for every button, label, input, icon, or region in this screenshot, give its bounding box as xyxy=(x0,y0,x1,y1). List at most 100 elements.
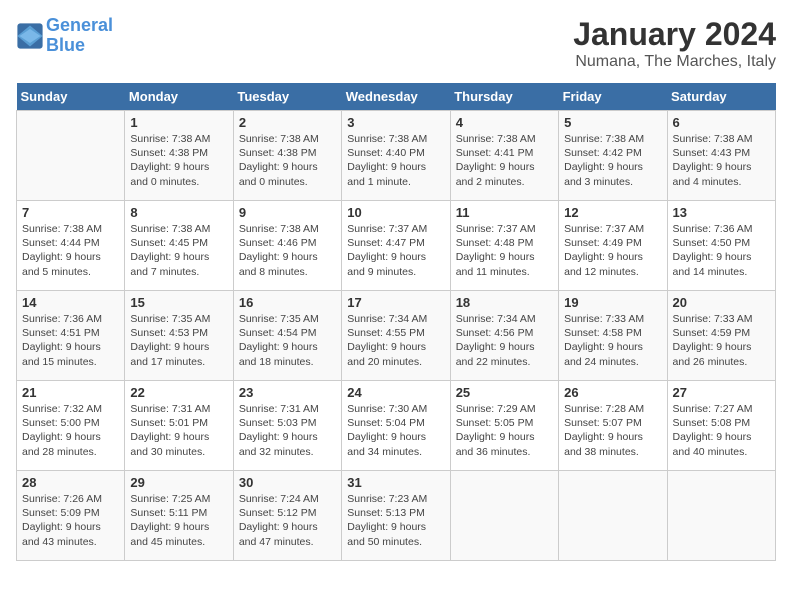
calendar-cell: 23 Sunrise: 7:31 AMSunset: 5:03 PMDayligh… xyxy=(233,381,341,471)
day-info: Sunrise: 7:33 AMSunset: 4:58 PMDaylight:… xyxy=(564,312,661,369)
day-info: Sunrise: 7:33 AMSunset: 4:59 PMDaylight:… xyxy=(673,312,770,369)
calendar-cell: 12Sunrise: 7:37 AMSunset: 4:49 PMDayligh… xyxy=(559,201,667,291)
calendar-cell: 28Sunrise: 7:26 AMSunset: 5:09 PMDayligh… xyxy=(17,471,125,561)
calendar-cell: 27Sunrise: 7:27 AMSunset: 5:08 PMDayligh… xyxy=(667,381,775,471)
day-info: Sunrise: 7:36 AMSunset: 4:50 PMDaylight:… xyxy=(673,222,770,279)
day-info: Sunrise: 7:26 AMSunset: 5:09 PMDaylight:… xyxy=(22,492,119,549)
calendar-cell: 15Sunrise: 7:35 AMSunset: 4:53 PMDayligh… xyxy=(125,291,233,381)
day-number: 11 xyxy=(456,205,553,220)
calendar-cell: 24Sunrise: 7:30 AMSunset: 5:04 PMDayligh… xyxy=(342,381,450,471)
day-number: 6 xyxy=(673,115,770,130)
day-number: 19 xyxy=(564,295,661,310)
calendar-cell: 10 Sunrise: 7:37 AMSunset: 4:47 PMDayligh… xyxy=(342,201,450,291)
calendar-cell: 4 Sunrise: 7:38 AMSunset: 4:41 PMDaylight… xyxy=(450,111,558,201)
calendar-cell: 17 Sunrise: 7:34 AMSunset: 4:55 PMDayligh… xyxy=(342,291,450,381)
day-number: 26 xyxy=(564,385,661,400)
calendar-week-row: 21 Sunrise: 7:32 AMSunset: 5:00 PMDayligh… xyxy=(17,381,776,471)
day-info: Sunrise: 7:35 AMSunset: 4:54 PMDaylight:… xyxy=(239,312,336,369)
day-number: 15 xyxy=(130,295,227,310)
calendar-week-row: 1Sunrise: 7:38 AMSunset: 4:38 PMDaylight… xyxy=(17,111,776,201)
day-info: Sunrise: 7:38 AMSunset: 4:38 PMDaylight:… xyxy=(130,132,227,189)
calendar-cell: 8 Sunrise: 7:38 AMSunset: 4:45 PMDaylight… xyxy=(125,201,233,291)
calendar-cell: 16 Sunrise: 7:35 AMSunset: 4:54 PMDayligh… xyxy=(233,291,341,381)
calendar-cell: 22Sunrise: 7:31 AMSunset: 5:01 PMDayligh… xyxy=(125,381,233,471)
title-block: January 2024 Numana, The Marches, Italy xyxy=(573,16,776,71)
calendar-cell: 14Sunrise: 7:36 AMSunset: 4:51 PMDayligh… xyxy=(17,291,125,381)
day-header-thursday: Thursday xyxy=(450,83,558,111)
calendar-cell: 20Sunrise: 7:33 AMSunset: 4:59 PMDayligh… xyxy=(667,291,775,381)
day-header-wednesday: Wednesday xyxy=(342,83,450,111)
day-number: 17 xyxy=(347,295,444,310)
day-number: 29 xyxy=(130,475,227,490)
day-header-saturday: Saturday xyxy=(667,83,775,111)
day-info: Sunrise: 7:38 AMSunset: 4:40 PMDaylight:… xyxy=(347,132,444,189)
calendar-cell: 21 Sunrise: 7:32 AMSunset: 5:00 PMDayligh… xyxy=(17,381,125,471)
calendar-cell: 26 Sunrise: 7:28 AMSunset: 5:07 PMDayligh… xyxy=(559,381,667,471)
day-info: Sunrise: 7:38 AMSunset: 4:45 PMDaylight:… xyxy=(130,222,227,279)
day-info: Sunrise: 7:38 AMSunset: 4:46 PMDaylight:… xyxy=(239,222,336,279)
calendar-cell: 5 Sunrise: 7:38 AMSunset: 4:42 PMDaylight… xyxy=(559,111,667,201)
day-number: 23 xyxy=(239,385,336,400)
calendar-cell xyxy=(667,471,775,561)
day-number: 31 xyxy=(347,475,444,490)
day-number: 10 xyxy=(347,205,444,220)
calendar-cell: 1Sunrise: 7:38 AMSunset: 4:38 PMDaylight… xyxy=(125,111,233,201)
day-number: 14 xyxy=(22,295,119,310)
day-info: Sunrise: 7:32 AMSunset: 5:00 PMDaylight:… xyxy=(22,402,119,459)
page-header: General Blue January 2024 Numana, The Ma… xyxy=(16,16,776,71)
day-number: 27 xyxy=(673,385,770,400)
calendar-cell: 29 Sunrise: 7:25 AMSunset: 5:11 PMDayligh… xyxy=(125,471,233,561)
logo-line2: Blue xyxy=(46,35,85,55)
day-number: 3 xyxy=(347,115,444,130)
calendar-table: SundayMondayTuesdayWednesdayThursdayFrid… xyxy=(16,83,776,561)
calendar-week-row: 14Sunrise: 7:36 AMSunset: 4:51 PMDayligh… xyxy=(17,291,776,381)
logo-text: General Blue xyxy=(46,16,113,56)
calendar-week-row: 28Sunrise: 7:26 AMSunset: 5:09 PMDayligh… xyxy=(17,471,776,561)
calendar-cell: 30 Sunrise: 7:24 AMSunset: 5:12 PMDayligh… xyxy=(233,471,341,561)
day-info: Sunrise: 7:31 AMSunset: 5:03 PMDaylight:… xyxy=(239,402,336,459)
day-number: 9 xyxy=(239,205,336,220)
day-info: Sunrise: 7:37 AMSunset: 4:47 PMDaylight:… xyxy=(347,222,444,279)
calendar-cell xyxy=(559,471,667,561)
day-number: 2 xyxy=(239,115,336,130)
day-info: Sunrise: 7:38 AMSunset: 4:42 PMDaylight:… xyxy=(564,132,661,189)
day-number: 21 xyxy=(22,385,119,400)
calendar-cell: 2 Sunrise: 7:38 AMSunset: 4:38 PMDaylight… xyxy=(233,111,341,201)
day-info: Sunrise: 7:34 AMSunset: 4:56 PMDaylight:… xyxy=(456,312,553,369)
day-number: 30 xyxy=(239,475,336,490)
day-number: 7 xyxy=(22,205,119,220)
day-info: Sunrise: 7:34 AMSunset: 4:55 PMDaylight:… xyxy=(347,312,444,369)
calendar-cell: 19 Sunrise: 7:33 AMSunset: 4:58 PMDayligh… xyxy=(559,291,667,381)
day-info: Sunrise: 7:23 AMSunset: 5:13 PMDaylight:… xyxy=(347,492,444,549)
calendar-cell: 25Sunrise: 7:29 AMSunset: 5:05 PMDayligh… xyxy=(450,381,558,471)
day-info: Sunrise: 7:24 AMSunset: 5:12 PMDaylight:… xyxy=(239,492,336,549)
day-number: 5 xyxy=(564,115,661,130)
day-number: 22 xyxy=(130,385,227,400)
calendar-cell: 11Sunrise: 7:37 AMSunset: 4:48 PMDayligh… xyxy=(450,201,558,291)
day-number: 4 xyxy=(456,115,553,130)
day-info: Sunrise: 7:38 AMSunset: 4:44 PMDaylight:… xyxy=(22,222,119,279)
day-number: 8 xyxy=(130,205,227,220)
day-info: Sunrise: 7:38 AMSunset: 4:41 PMDaylight:… xyxy=(456,132,553,189)
calendar-cell: 7 Sunrise: 7:38 AMSunset: 4:44 PMDaylight… xyxy=(17,201,125,291)
day-info: Sunrise: 7:28 AMSunset: 5:07 PMDaylight:… xyxy=(564,402,661,459)
page-title: January 2024 xyxy=(573,16,776,53)
day-number: 24 xyxy=(347,385,444,400)
calendar-cell xyxy=(450,471,558,561)
day-info: Sunrise: 7:37 AMSunset: 4:49 PMDaylight:… xyxy=(564,222,661,279)
calendar-cell: 3 Sunrise: 7:38 AMSunset: 4:40 PMDaylight… xyxy=(342,111,450,201)
day-number: 16 xyxy=(239,295,336,310)
day-info: Sunrise: 7:25 AMSunset: 5:11 PMDaylight:… xyxy=(130,492,227,549)
logo: General Blue xyxy=(16,16,113,56)
day-info: Sunrise: 7:38 AMSunset: 4:43 PMDaylight:… xyxy=(673,132,770,189)
logo-line1: General xyxy=(46,15,113,35)
day-header-monday: Monday xyxy=(125,83,233,111)
day-info: Sunrise: 7:38 AMSunset: 4:38 PMDaylight:… xyxy=(239,132,336,189)
calendar-cell: 9 Sunrise: 7:38 AMSunset: 4:46 PMDaylight… xyxy=(233,201,341,291)
calendar-cell: 6 Sunrise: 7:38 AMSunset: 4:43 PMDaylight… xyxy=(667,111,775,201)
calendar-cell xyxy=(17,111,125,201)
calendar-cell: 13Sunrise: 7:36 AMSunset: 4:50 PMDayligh… xyxy=(667,201,775,291)
calendar-cell: 31 Sunrise: 7:23 AMSunset: 5:13 PMDayligh… xyxy=(342,471,450,561)
day-header-tuesday: Tuesday xyxy=(233,83,341,111)
logo-icon xyxy=(16,22,44,50)
